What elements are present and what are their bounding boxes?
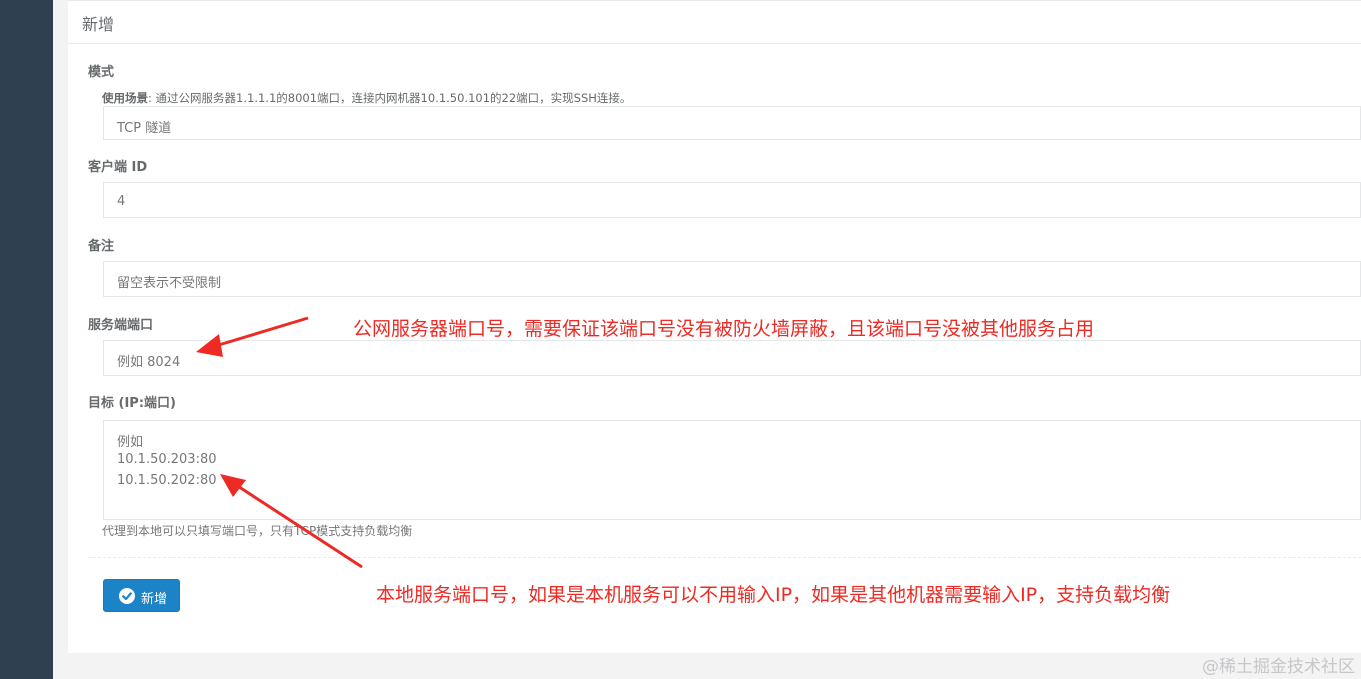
arrowhead-server-port [196,334,223,357]
server-port-annotation: 公网服务器端口号，需要保证该端口号没有被防火墙屏蔽，且该端口号没被其他服务占用 [353,318,1095,340]
arrow-to-target [232,481,363,569]
watermark: @稀土掘金技术社区 [1202,657,1355,677]
arrow-to-server-port [211,316,309,349]
arrowhead-target [220,474,246,497]
target-annotation: 本地服务端口号，如果是本机服务可以不用输入IP，如果是其他机器需要输入IP，支持… [376,584,1171,606]
